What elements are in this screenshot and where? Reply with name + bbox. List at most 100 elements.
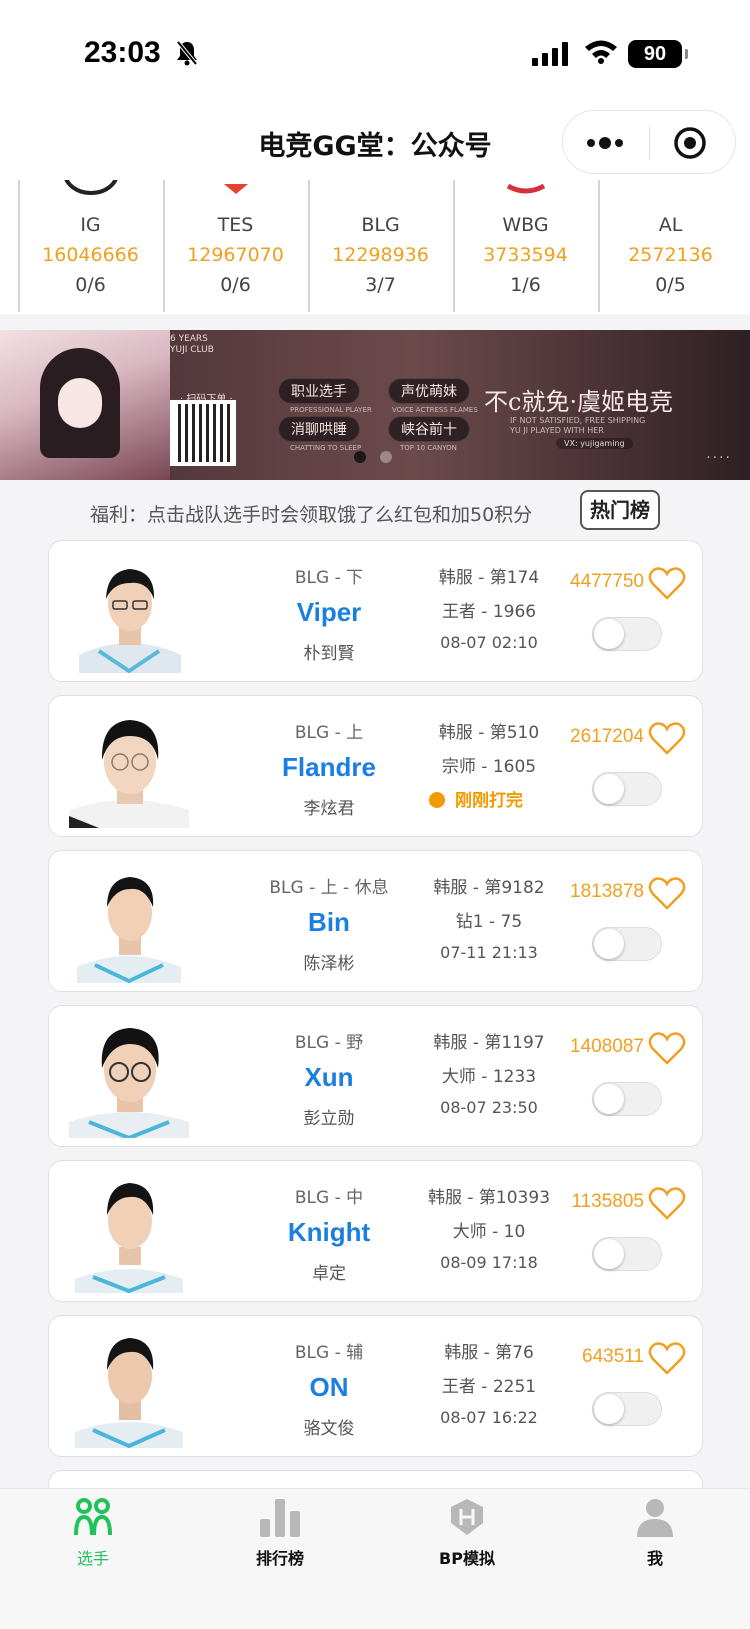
player-name: Bin xyxy=(308,907,350,937)
team-item-al[interactable]: AL 2572136 0/5 xyxy=(598,180,743,314)
player-card-on[interactable]: BLG - 辅 ON 骆文俊 韩服 - 第76 王者 - 2251 08-07 … xyxy=(48,1315,703,1457)
team-record: 0/5 xyxy=(655,274,686,296)
cellular-signal-icon xyxy=(532,42,568,66)
player-score: 4477750 xyxy=(570,571,644,592)
favorite-heart-icon[interactable] xyxy=(648,1342,686,1376)
character-face xyxy=(58,378,102,428)
banner-pill-sub: PROFESSIONAL PLAYER xyxy=(290,406,372,414)
live-dot-icon xyxy=(429,792,445,808)
team-name: TES xyxy=(217,214,254,236)
team-item-blg[interactable]: BLG 12298936 3/7 xyxy=(308,180,453,314)
player-avatar xyxy=(79,569,181,673)
notify-toggle[interactable] xyxy=(592,772,662,806)
live-status-text: 刚刚打完 xyxy=(455,791,523,811)
banner-character-image xyxy=(0,330,170,480)
miniprogram-capsule xyxy=(562,110,736,174)
player-server-rank: 韩服 - 第174 xyxy=(438,568,540,588)
player-card-xun[interactable]: BLG - 野 Xun 彭立勋 韩服 - 第1197 大师 - 1233 08-… xyxy=(48,1005,703,1147)
team-popularity: 16046666 xyxy=(42,244,139,266)
player-card-flandre[interactable]: BLG - 上 Flandre 李炫君 韩服 - 第510 宗师 - 1605 … xyxy=(48,695,703,837)
banner-pill-pro-player: 职业选手 xyxy=(278,378,360,404)
notify-toggle[interactable] xyxy=(592,927,662,961)
banner-years-text: 6 YEARS YUJI CLUB xyxy=(170,334,214,355)
notify-toggle[interactable] xyxy=(592,1082,662,1116)
player-last-played: 08-07 23:50 xyxy=(440,1098,538,1117)
players-icon xyxy=(74,1498,112,1536)
favorite-heart-icon[interactable] xyxy=(648,877,686,911)
bp-sim-icon xyxy=(451,1499,483,1535)
banner-pill-chat-sleep: 消聊哄睡 xyxy=(278,416,360,442)
player-name: Viper xyxy=(296,597,362,627)
team-record: 0/6 xyxy=(75,274,106,296)
player-avatar xyxy=(69,720,189,828)
player-last-played: 08-09 17:18 xyxy=(440,1253,538,1272)
player-team-position: BLG - 上 - 休息 xyxy=(269,878,389,898)
banner-slogan-sub: IF NOT SATISFIED, FREE SHIPPING YU JI PL… xyxy=(510,416,646,435)
notify-toggle[interactable] xyxy=(592,1237,662,1271)
more-options-icon[interactable] xyxy=(585,129,625,157)
team-item-wbg[interactable]: WBG 3733594 1/6 xyxy=(453,180,598,314)
player-server-rank: 韩服 - 第10393 xyxy=(427,1188,551,1208)
player-server-rank: 韩服 - 第76 xyxy=(444,1343,534,1363)
favorite-heart-icon[interactable] xyxy=(648,567,686,601)
promo-text: 福利：点击战队选手时会领取饿了么红包和加50积分 xyxy=(90,504,533,526)
capsule-divider xyxy=(649,127,650,159)
tab-label: BP模拟 xyxy=(439,1549,495,1568)
notify-toggle[interactable] xyxy=(592,1392,662,1426)
player-server-rank: 韩服 - 第9182 xyxy=(433,878,545,898)
close-miniprogram-icon[interactable] xyxy=(673,126,707,160)
team-item-tes[interactable]: TES 12967070 0/6 xyxy=(163,180,308,314)
notify-toggle[interactable] xyxy=(592,617,662,651)
team-logo-icon xyxy=(63,180,118,195)
bottom-tab-bar: 选手 排行榜 BP模拟 我 xyxy=(0,1488,750,1629)
banner-wechat-id: VX: yujigaming xyxy=(556,438,633,449)
carousel-dot-active[interactable] xyxy=(354,451,366,463)
teams-strip: IG 16046666 0/6 TES 12967070 0/6 BLG 122… xyxy=(0,180,750,314)
tab-label: 排行榜 xyxy=(255,1549,304,1568)
qr-code-image xyxy=(170,400,236,466)
team-popularity: 2572136 xyxy=(628,244,713,266)
player-score: 1408087 xyxy=(570,1036,644,1057)
toggle-knob xyxy=(594,1084,624,1114)
profile-icon xyxy=(637,1499,673,1537)
team-name: WBG xyxy=(502,214,549,236)
tab-bp-sim[interactable]: BP模拟 xyxy=(407,1497,527,1569)
team-popularity: 12967070 xyxy=(187,244,284,266)
toggle-knob xyxy=(594,1394,624,1424)
banner-more-icon: ···· xyxy=(706,450,732,466)
player-name: ON xyxy=(309,1372,349,1402)
player-real-name: 彭立勋 xyxy=(303,1109,355,1129)
carousel-indicator xyxy=(354,448,406,467)
player-tier: 王者 - 2251 xyxy=(441,1377,537,1397)
team-item-ig[interactable]: IG 16046666 0/6 xyxy=(18,180,163,314)
player-avatar xyxy=(75,1183,183,1293)
tab-me[interactable]: 我 xyxy=(595,1497,715,1569)
player-name: Xun xyxy=(304,1062,354,1092)
player-tier: 大师 - 1233 xyxy=(441,1067,537,1087)
player-real-name: 陈泽彬 xyxy=(303,954,355,974)
player-server-rank: 韩服 - 第1197 xyxy=(433,1033,545,1053)
team-name: AL xyxy=(658,214,683,236)
player-card-bin[interactable]: BLG - 上 - 休息 Bin 陈泽彬 韩服 - 第9182 钻1 - 75 … xyxy=(48,850,703,992)
tab-players[interactable]: 选手 xyxy=(33,1497,153,1569)
player-last-played: 08-07 02:10 xyxy=(440,633,538,652)
player-score: 643511 xyxy=(582,1346,644,1367)
hot-list-button[interactable]: 热门榜 xyxy=(580,490,660,530)
team-record: 3/7 xyxy=(365,274,396,296)
wifi-icon xyxy=(585,40,617,64)
favorite-heart-icon[interactable] xyxy=(648,1187,686,1221)
toggle-knob xyxy=(594,619,624,649)
player-avatar xyxy=(77,877,181,983)
player-card-knight[interactable]: BLG - 中 Knight 卓定 韩服 - 第10393 大师 - 10 08… xyxy=(48,1160,703,1302)
player-server-rank: 韩服 - 第510 xyxy=(438,723,540,743)
player-card-viper[interactable]: BLG - 下 Viper 朴到賢 韩服 - 第174 王者 - 1966 08… xyxy=(48,540,703,682)
player-last-played: 07-11 21:13 xyxy=(440,943,538,962)
carousel-dot[interactable] xyxy=(380,451,392,463)
nav-bar: 电竞GG堂：公众号 xyxy=(0,100,750,182)
tab-leaderboard[interactable]: 排行榜 xyxy=(220,1497,340,1569)
favorite-heart-icon[interactable] xyxy=(648,1032,686,1066)
promo-banner[interactable]: 6 YEARS YUJI CLUB · 扫码下单 · 职业选手 PROFESSI… xyxy=(0,330,750,480)
team-popularity: 12298936 xyxy=(332,244,429,266)
favorite-heart-icon[interactable] xyxy=(648,722,686,756)
toggle-knob xyxy=(594,774,624,804)
